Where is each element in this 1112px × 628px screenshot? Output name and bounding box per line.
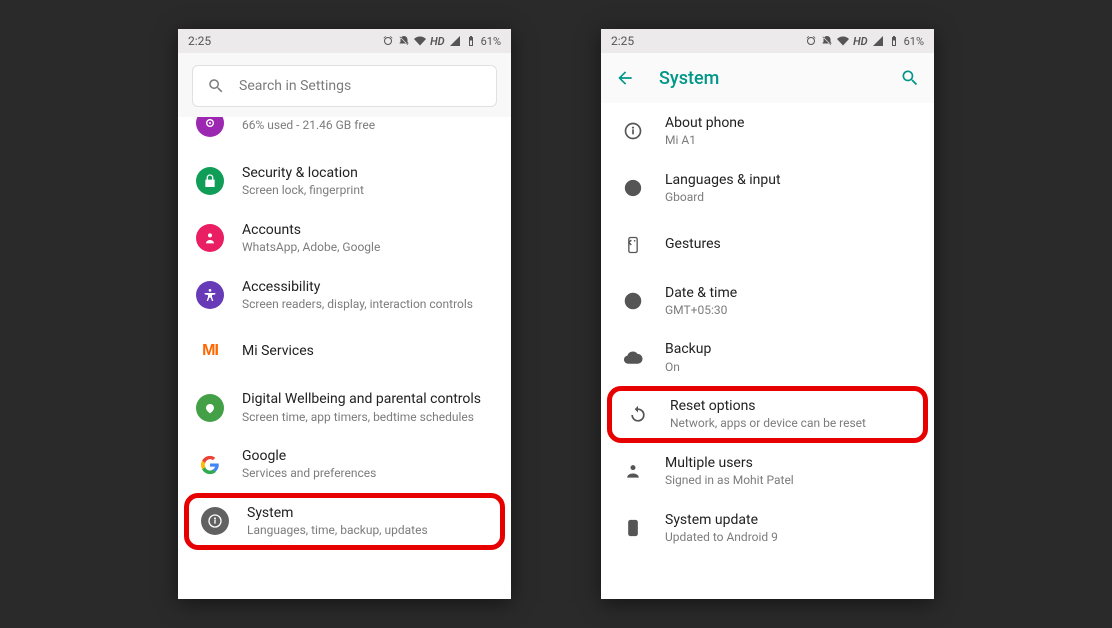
settings-screen: 2:25 HD 61% Search in Settings 66% used …: [178, 29, 511, 599]
status-icons: HD 61%: [805, 35, 924, 48]
users-sub: Signed in as Mohit Patel: [665, 473, 916, 489]
system-item-backup[interactable]: Backup On: [601, 329, 934, 386]
accessibility-sub: Screen readers, display, interaction con…: [242, 297, 493, 313]
accounts-sub: WhatsApp, Adobe, Google: [242, 240, 493, 256]
hd-indicator: HD: [430, 35, 445, 48]
settings-item-google[interactable]: Google Services and preferences: [178, 436, 511, 493]
signal-icon: [449, 35, 461, 47]
about-title: About phone: [665, 114, 916, 132]
system-item-reset[interactable]: Reset options Network, apps or device ca…: [607, 386, 928, 443]
status-icons: HD 61%: [382, 35, 501, 48]
storage-icon: [196, 117, 224, 137]
gestures-icon: [619, 231, 647, 259]
search-wrap: Search in Settings: [178, 53, 511, 117]
datetime-title: Date & time: [665, 284, 916, 302]
wellbeing-icon: [196, 394, 224, 422]
system-item-gestures[interactable]: Gestures: [601, 217, 934, 273]
backup-title: Backup: [665, 340, 916, 358]
battery-percent: 61%: [481, 35, 501, 48]
app-bar: System: [601, 53, 934, 103]
system-item-datetime[interactable]: Date & time GMT+05:30: [601, 273, 934, 330]
lock-icon: [196, 167, 224, 195]
accessibility-icon: [196, 281, 224, 309]
backup-sub: On: [665, 360, 916, 376]
settings-item-storage[interactable]: 66% used - 21.46 GB free: [178, 117, 511, 153]
google-sub: Services and preferences: [242, 466, 493, 482]
info-icon: [619, 117, 647, 145]
battery-icon: [888, 35, 900, 47]
wellbeing-sub: Screen time, app timers, bedtime schedul…: [242, 410, 493, 426]
google-title: Google: [242, 447, 493, 465]
system-icon: [201, 507, 229, 535]
system-item-about[interactable]: About phone Mi A1: [601, 103, 934, 160]
users-title: Multiple users: [665, 454, 916, 472]
cloud-icon: [619, 344, 647, 372]
wifi-icon: [414, 35, 426, 47]
settings-item-accounts[interactable]: Accounts WhatsApp, Adobe, Google: [178, 210, 511, 267]
clock-icon: [619, 287, 647, 315]
search-icon[interactable]: [900, 68, 920, 88]
battery-icon: [465, 35, 477, 47]
wifi-icon: [837, 35, 849, 47]
back-icon[interactable]: [615, 68, 635, 88]
update-title: System update: [665, 511, 916, 529]
settings-list[interactable]: 66% used - 21.46 GB free Security & loca…: [178, 117, 511, 599]
system-item-update[interactable]: System update Updated to Android 9: [601, 500, 934, 557]
settings-item-wellbeing[interactable]: Digital Wellbeing and parental controls …: [178, 379, 511, 436]
status-time: 2:25: [188, 34, 211, 48]
lang-sub: Gboard: [665, 190, 916, 206]
hd-indicator: HD: [853, 35, 868, 48]
status-bar: 2:25 HD 61%: [601, 29, 934, 53]
globe-icon: [619, 174, 647, 202]
wellbeing-title: Digital Wellbeing and parental controls: [242, 390, 493, 408]
battery-percent: 61%: [904, 35, 924, 48]
alarm-icon: [382, 35, 394, 47]
settings-item-security[interactable]: Security & location Screen lock, fingerp…: [178, 153, 511, 210]
security-title: Security & location: [242, 164, 493, 182]
google-icon: [196, 451, 224, 479]
search-icon: [207, 77, 225, 95]
dnd-icon: [398, 35, 410, 47]
alarm-icon: [805, 35, 817, 47]
gestures-title: Gestures: [665, 235, 916, 253]
users-icon: [619, 457, 647, 485]
accounts-title: Accounts: [242, 221, 493, 239]
security-sub: Screen lock, fingerprint: [242, 183, 493, 199]
settings-item-mi-services[interactable]: MI Mi Services: [178, 323, 511, 379]
search-input[interactable]: Search in Settings: [192, 65, 497, 107]
mi-icon: MI: [196, 337, 224, 365]
system-item-languages[interactable]: Languages & input Gboard: [601, 160, 934, 217]
system-item-users[interactable]: Multiple users Signed in as Mohit Patel: [601, 443, 934, 500]
settings-item-accessibility[interactable]: Accessibility Screen readers, display, i…: [178, 267, 511, 324]
system-sub: Languages, time, backup, updates: [247, 523, 488, 539]
account-icon: [196, 224, 224, 252]
search-placeholder: Search in Settings: [239, 78, 351, 94]
settings-item-system[interactable]: System Languages, time, backup, updates: [184, 493, 505, 550]
datetime-sub: GMT+05:30: [665, 303, 916, 319]
accessibility-title: Accessibility: [242, 278, 493, 296]
status-bar: 2:25 HD 61%: [178, 29, 511, 53]
signal-icon: [872, 35, 884, 47]
update-icon: [619, 514, 647, 542]
update-sub: Updated to Android 9: [665, 530, 916, 546]
dnd-icon: [821, 35, 833, 47]
system-list[interactable]: About phone Mi A1 Languages & input Gboa…: [601, 103, 934, 599]
page-title: System: [659, 68, 876, 89]
reset-icon: [624, 401, 652, 429]
mi-title: Mi Services: [242, 342, 493, 360]
lang-title: Languages & input: [665, 171, 916, 189]
storage-sub: 66% used - 21.46 GB free: [242, 118, 493, 134]
system-screen: 2:25 HD 61% System About phone Mi A1: [601, 29, 934, 599]
about-sub: Mi A1: [665, 133, 916, 149]
status-time: 2:25: [611, 34, 634, 48]
reset-title: Reset options: [670, 397, 911, 415]
system-title: System: [247, 504, 488, 522]
reset-sub: Network, apps or device can be reset: [670, 416, 911, 432]
